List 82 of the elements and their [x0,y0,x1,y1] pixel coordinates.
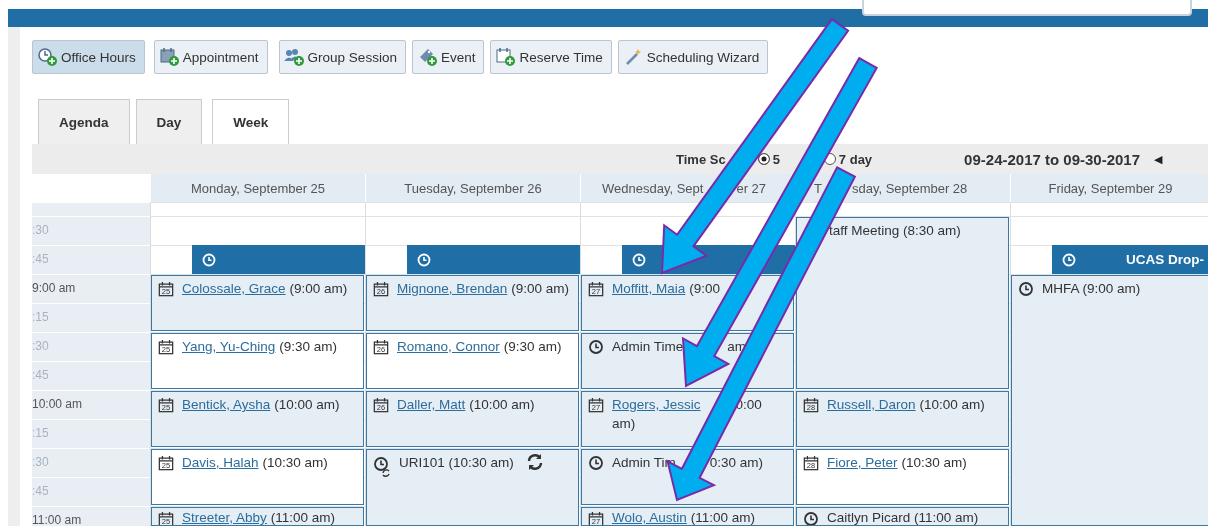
day-title: Monday, September 25 [190,180,326,196]
time-label: 11:00 am [32,513,82,526]
time-label: :30 [32,223,49,237]
client-link[interactable]: Bentick, Aysha [182,397,271,412]
clock-icon [1018,281,1034,297]
client-link[interactable]: Romano, Connor [397,339,500,354]
clock-icon [588,455,604,471]
day-title: T [814,180,822,196]
event-text: Davis, Halah (10:30 am) [182,454,328,472]
event-card[interactable]: MHFA (9:00 am) [1011,275,1208,526]
calendar-plus-icon [495,47,518,67]
client-link[interactable]: Streeter, Abby [182,510,267,525]
clock-repeat-icon [373,455,391,477]
time-scale-label: Time Sc [676,151,726,167]
view-tab[interactable]: Day [135,99,203,144]
clock-icon [1062,252,1076,267]
client-link[interactable]: Mignone, Brendan [397,281,508,296]
clock-plus-icon [37,47,59,67]
event-card[interactable]: URI101 (10:30 am) [366,449,579,526]
time-label: :45 [32,252,49,266]
event-text: Caitlyn Picard (11:00 am) [827,509,979,525]
clock-icon [803,511,819,525]
event-text: URI101 (10:30 am) [399,454,514,472]
toolbar-button[interactable]: Reserve Time [490,40,612,74]
toolbar-button[interactable]: Office Hours [32,40,145,74]
event-text: Streeter, Abby (11:00 am) [182,509,336,525]
event-text: Romano, Connor (9:30 am) [397,338,562,356]
event-text: Russell, Daron (10:00 am) [827,396,985,414]
people-plus-icon [283,47,306,67]
previous-week-button[interactable]: ◀ [1154,152,1163,166]
event-text: Wolo, Austin (11:00 am) [612,509,756,525]
event-text: Yang, Yu-Ching (9:30 am) [182,338,338,356]
event-text: Moffitt, Maia (9:00 [612,280,721,298]
clock-icon [417,252,431,267]
client-link[interactable]: Daller, Matt [397,397,466,412]
event-card[interactable]: Caitlyn Picard (11:00 am) [796,507,1009,526]
day-title: Friday, September 29 [1048,180,1173,196]
client-link[interactable]: Moffitt, Maia [612,281,686,296]
bar-title: UCAS Drop- [1126,252,1204,267]
toolbar-button[interactable]: Event [411,40,485,74]
client-link[interactable]: Fiore, Peter [827,455,898,470]
clock-icon [588,339,604,355]
refresh-icon [525,453,544,471]
time-label: :30 [32,455,49,469]
event-card[interactable]: taff Meeting (8:30 am) [796,217,1009,389]
client-link[interactable]: Rogers, Jessic [612,397,701,412]
event-text: Fiore, Peter (10:30 am) [827,454,967,472]
office-hours-bar[interactable]: UCAS Drop- [1052,245,1208,274]
day-title: er 27 [736,180,767,196]
time-label: :15 [32,310,49,324]
event-text: Mignone, Brendan (9:00 am) [397,280,570,298]
radio-label: 5 [772,151,780,167]
calendar-plus-icon [158,47,181,67]
time-label: :30 [32,339,49,353]
client-link[interactable]: Colossale, Grace [182,281,286,296]
date-range: 09-24-2017 to 09-30-2017 [964,150,1141,168]
time-label: 9:00 am [32,281,76,295]
client-link[interactable]: Davis, Halah [182,455,259,470]
event-text: Bentick, Aysha (10:00 am) [182,396,340,414]
event-text: taff Meeting (8:30 am) [828,222,961,240]
client-link[interactable]: Wolo, Austin [612,510,687,525]
time-label: :15 [32,426,49,440]
time-label: :45 [32,484,49,498]
day-title: Wednesday, Sept [602,180,704,196]
view-tab[interactable]: Week [212,99,290,144]
day-title: sday, September 28 [851,180,968,196]
clock-icon [202,252,216,267]
header-field[interactable] [862,0,1192,16]
event-text: Colossale, Grace (9:00 am) [182,280,348,298]
radio-label: 7 day [838,151,873,167]
time-label: 10:00 am [32,397,83,411]
toolbar-button[interactable]: Group Session [278,40,406,74]
toolbar-button[interactable]: Scheduling Wizard [617,40,769,74]
view-tab[interactable]: Agenda [38,99,130,144]
time-label: :45 [32,368,49,382]
clock-icon [632,252,646,267]
day-title: Tuesday, September 26 [404,180,542,196]
client-link[interactable]: Yang, Yu-Ching [182,339,276,354]
client-link[interactable]: Russell, Daron [827,397,916,412]
toolbar-button[interactable]: Appointment [153,40,268,74]
event-text: Daller, Matt (10:00 am) [397,396,535,414]
event-text: MHFA (9:00 am) [1042,280,1141,298]
